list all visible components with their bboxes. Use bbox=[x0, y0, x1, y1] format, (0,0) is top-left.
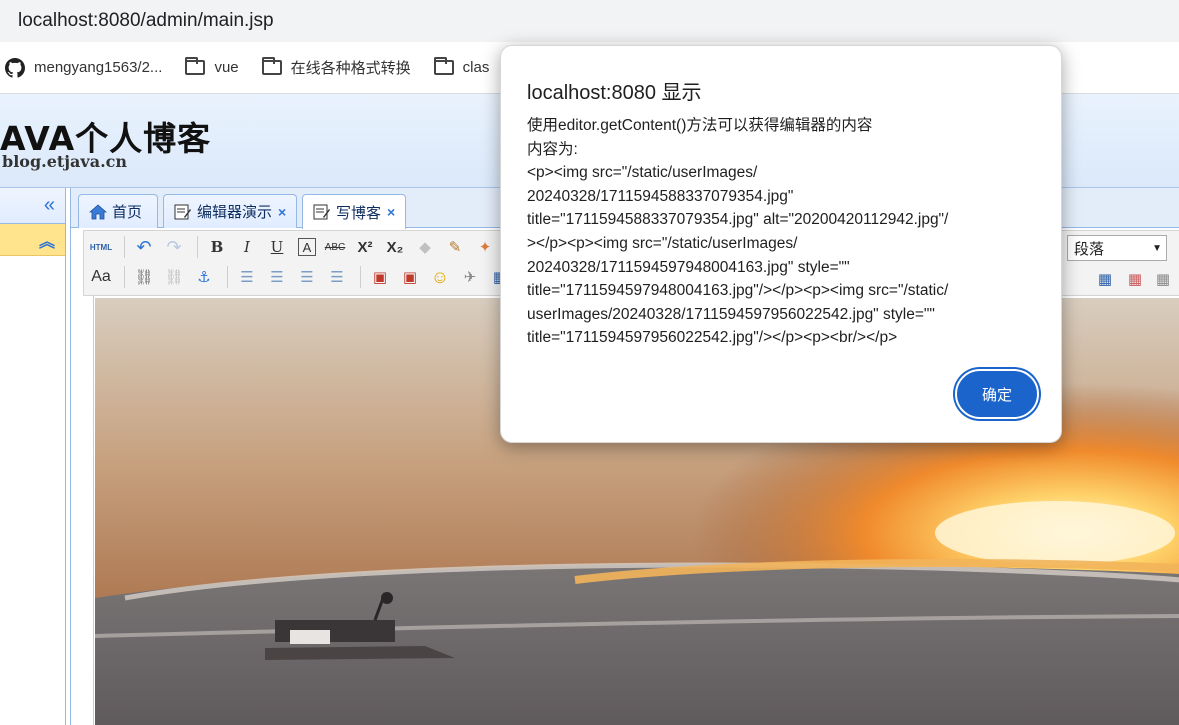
ok-button[interactable]: 确定 bbox=[955, 369, 1039, 419]
folder-icon bbox=[184, 57, 206, 78]
separator bbox=[227, 266, 228, 288]
image-icon[interactable]: ▣ bbox=[367, 264, 393, 290]
multi-image-icon[interactable]: ▣ bbox=[397, 264, 423, 290]
emoticon-icon[interactable]: ☺ bbox=[427, 264, 453, 290]
delete-table-icon[interactable]: ▦ bbox=[1122, 266, 1148, 292]
dialog-message: 使用editor.getContent()方法可以获得编辑器的内容 内容为: <… bbox=[527, 114, 1047, 350]
chevron-up-icon[interactable]: ︽ bbox=[39, 228, 55, 252]
dialog-title: localhost:8080 显示 bbox=[527, 82, 702, 104]
align-justify-icon[interactable]: ☰ bbox=[324, 264, 350, 290]
align-center-icon[interactable]: ☰ bbox=[294, 264, 320, 290]
edit-icon bbox=[174, 204, 191, 219]
align-left-icon[interactable]: ☰ bbox=[234, 264, 260, 290]
tab-write-blog[interactable]: 写博客 × bbox=[302, 194, 406, 229]
tab-editor-demo[interactable]: 编辑器演示 × bbox=[163, 194, 297, 228]
edit-icon bbox=[313, 204, 330, 220]
font-border-icon[interactable]: A bbox=[298, 238, 316, 256]
dialog-message-line: userImages/20240328/1711594597956022542.… bbox=[527, 305, 935, 323]
bookmark-clas[interactable]: clas bbox=[433, 57, 490, 78]
html-source-button[interactable]: HTML bbox=[88, 234, 114, 260]
font-size-icon[interactable]: Aa bbox=[88, 264, 114, 290]
anchor-icon[interactable]: ⚓ bbox=[191, 264, 217, 290]
table-props-icon[interactable]: ▦ bbox=[1150, 266, 1176, 292]
separator bbox=[360, 266, 361, 288]
strikethrough-icon[interactable]: ABC bbox=[322, 234, 348, 260]
close-icon[interactable]: × bbox=[387, 204, 395, 220]
redo-icon[interactable]: ↷ bbox=[161, 234, 187, 260]
tab-label: 编辑器演示 bbox=[197, 204, 273, 221]
address-bar[interactable]: localhost:8080/admin/main.jsp bbox=[0, 0, 1179, 42]
home-icon bbox=[89, 203, 107, 219]
dialog-message-line: 20240328/1711594588337079354.jpg" bbox=[527, 187, 794, 205]
align-right-icon[interactable]: ☰ bbox=[264, 264, 290, 290]
dialog-message-line: 20240328/1711594597948004163.jpg" style=… bbox=[527, 258, 850, 276]
tab-label: 写博客 bbox=[336, 204, 382, 222]
separator bbox=[197, 236, 198, 258]
paragraph-select[interactable]: 段落 ▼ bbox=[1067, 235, 1167, 261]
unlink-icon[interactable]: ⛓ bbox=[161, 264, 187, 290]
separator bbox=[124, 236, 125, 258]
sidebar-header: « bbox=[0, 188, 65, 224]
paragraph-select-value: 段落 bbox=[1074, 240, 1105, 258]
link-icon[interactable]: ⛓ bbox=[131, 264, 157, 290]
format-painter-icon[interactable]: ✎ bbox=[442, 234, 468, 260]
tab-home[interactable]: 首页 bbox=[78, 194, 158, 228]
map-icon[interactable]: ✈ bbox=[457, 264, 483, 290]
dialog-message-line: 使用editor.getContent()方法可以获得编辑器的内容 bbox=[527, 117, 873, 134]
dialog-message-line: ></p><p><img src="/static/userImages/ bbox=[527, 234, 798, 252]
folder-icon bbox=[433, 57, 455, 78]
auto-format-icon[interactable]: ✦ bbox=[472, 234, 498, 260]
bookmark-label: clas bbox=[462, 59, 490, 76]
dialog-message-line: <p><img src="/static/userImages/ bbox=[527, 164, 758, 182]
alert-dialog: localhost:8080 显示 使用editor.getContent()方… bbox=[500, 45, 1062, 443]
dialog-message-line: title="1711594597948004163.jpg"/></p><p>… bbox=[527, 282, 949, 300]
collapse-icon[interactable]: « bbox=[44, 194, 55, 217]
tab-label: 首页 bbox=[112, 204, 143, 221]
bookmark-label: vue bbox=[214, 59, 239, 76]
toolbar-row-1: HTML ↶ ↷ B I U A ABC X² X₂ ◆ ✎ ✦ bbox=[88, 233, 502, 261]
github-icon bbox=[4, 57, 26, 78]
italic-icon[interactable]: I bbox=[234, 234, 260, 260]
toolbar-row-2: Aa ⛓ ⛓ ⚓ ☰ ☰ ☰ ☰ ▣ ▣ ☺ ✈ ▦ bbox=[88, 263, 517, 291]
dialog-message-line: 内容为: bbox=[527, 140, 578, 158]
bold-icon[interactable]: B bbox=[204, 234, 230, 260]
eraser-icon[interactable]: ◆ bbox=[412, 234, 438, 260]
dialog-message-line: title="1711594588337079354.jpg" alt="202… bbox=[527, 211, 949, 229]
dialog-message-line: title="1711594597956022542.jpg"/></p><p>… bbox=[527, 329, 898, 347]
blog-logo-subtitle: blog.etjava.cn bbox=[2, 152, 128, 171]
sidebar-section-selected[interactable]: ︽ bbox=[0, 224, 65, 256]
left-sidebar: « ︽ bbox=[0, 188, 66, 725]
folder-icon bbox=[261, 57, 283, 78]
bookmark-vue[interactable]: vue bbox=[184, 57, 239, 78]
bookmark-github[interactable]: mengyang1563/2... bbox=[4, 57, 163, 78]
bookmark-label: mengyang1563/2... bbox=[34, 59, 163, 76]
underline-icon[interactable]: U bbox=[264, 234, 290, 260]
subscript-icon[interactable]: X₂ bbox=[382, 234, 408, 260]
chevron-down-icon: ▼ bbox=[1152, 242, 1162, 254]
bookmark-label: 在线各种格式转换 bbox=[290, 60, 411, 77]
undo-icon[interactable]: ↶ bbox=[131, 234, 157, 260]
bookmark-format-convert[interactable]: 在线各种格式转换 bbox=[261, 57, 411, 78]
table-icon[interactable]: ▦ bbox=[1092, 266, 1118, 292]
superscript-icon[interactable]: X² bbox=[352, 234, 378, 260]
url-text[interactable]: localhost:8080/admin/main.jsp bbox=[18, 10, 274, 32]
separator bbox=[124, 266, 125, 288]
close-icon[interactable]: × bbox=[278, 204, 286, 220]
